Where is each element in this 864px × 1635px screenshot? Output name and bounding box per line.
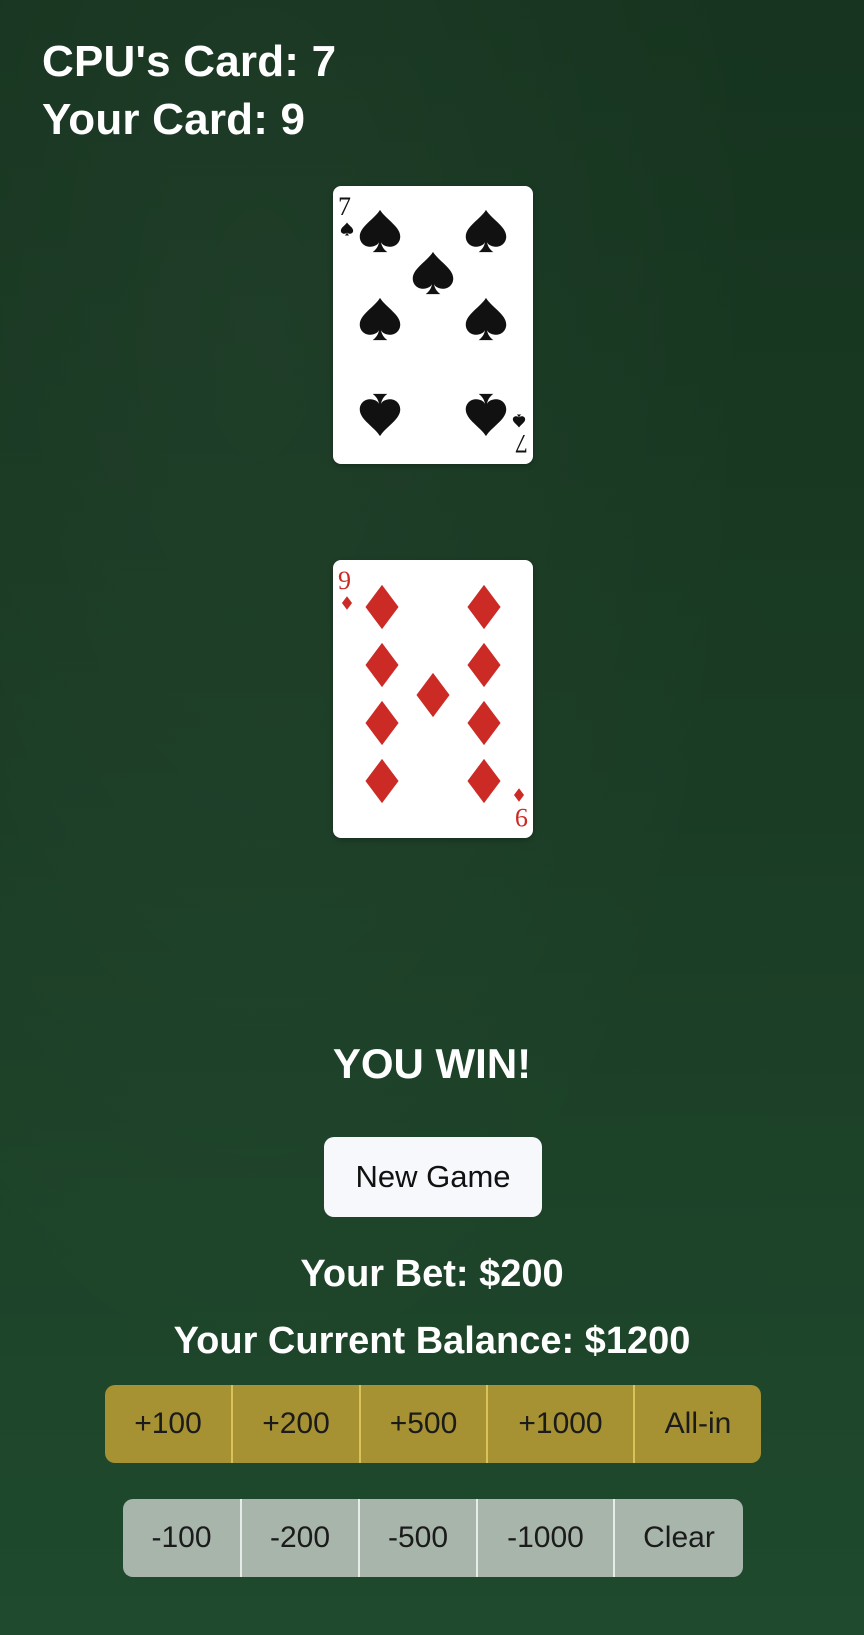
- diamond-icon: [410, 672, 456, 718]
- spade-icon: [357, 208, 403, 254]
- diamond-icon: [461, 700, 507, 746]
- diamond-icon: [461, 758, 507, 804]
- spade-icon: [410, 250, 456, 296]
- subtract-1000-button[interactable]: -1000: [476, 1499, 613, 1577]
- subtract-bet-button-group: -100 -200 -500 -1000 Clear: [123, 1499, 743, 1577]
- subtract-100-button[interactable]: -100: [123, 1499, 240, 1577]
- add-200-button[interactable]: +200: [231, 1385, 359, 1463]
- add-100-button[interactable]: +100: [105, 1385, 231, 1463]
- spade-icon: [463, 208, 509, 254]
- diamond-icon: [359, 584, 405, 630]
- spade-icon: [340, 222, 354, 236]
- add-bet-button-group: +100 +200 +500 +1000 All-in: [105, 1385, 761, 1463]
- diamond-icon: [359, 642, 405, 688]
- your-card-label: Your Card: 9: [42, 95, 306, 144]
- diamond-icon: [512, 788, 526, 802]
- subtract-500-button[interactable]: -500: [358, 1499, 476, 1577]
- diamond-icon: [359, 700, 405, 746]
- clear-bet-button[interactable]: Clear: [613, 1499, 743, 1577]
- player-card-rank-bottom: 9: [515, 803, 528, 832]
- diamond-icon: [461, 642, 507, 688]
- cpu-card-rank-top: 7: [338, 192, 351, 221]
- player-card-rank-top: 9: [338, 566, 351, 595]
- add-500-button[interactable]: +500: [359, 1385, 486, 1463]
- bet-amount: Your Bet: $200: [300, 1253, 564, 1295]
- spade-icon: [463, 296, 509, 342]
- spade-icon: [357, 296, 403, 342]
- new-game-button[interactable]: New Game: [324, 1137, 542, 1217]
- result-message: YOU WIN!: [332, 1040, 532, 1087]
- diamond-icon: [359, 758, 405, 804]
- cpu-playing-card: 7 7: [333, 186, 533, 464]
- diamond-icon: [461, 584, 507, 630]
- diamond-icon: [340, 596, 354, 610]
- cpu-card-rank-bottom: 7: [515, 429, 528, 458]
- all-in-button[interactable]: All-in: [633, 1385, 761, 1463]
- game-screen: { "scoreboard": { "cpu_card_text": "CPU'…: [0, 0, 864, 1635]
- balance-amount: Your Current Balance: $1200: [173, 1320, 691, 1362]
- spade-icon: [357, 392, 403, 438]
- spade-icon: [463, 392, 509, 438]
- spade-icon: [512, 414, 526, 428]
- cpu-card-label: CPU's Card: 7: [42, 37, 337, 86]
- player-playing-card: 9 9: [333, 560, 533, 838]
- subtract-200-button[interactable]: -200: [240, 1499, 358, 1577]
- add-1000-button[interactable]: +1000: [486, 1385, 633, 1463]
